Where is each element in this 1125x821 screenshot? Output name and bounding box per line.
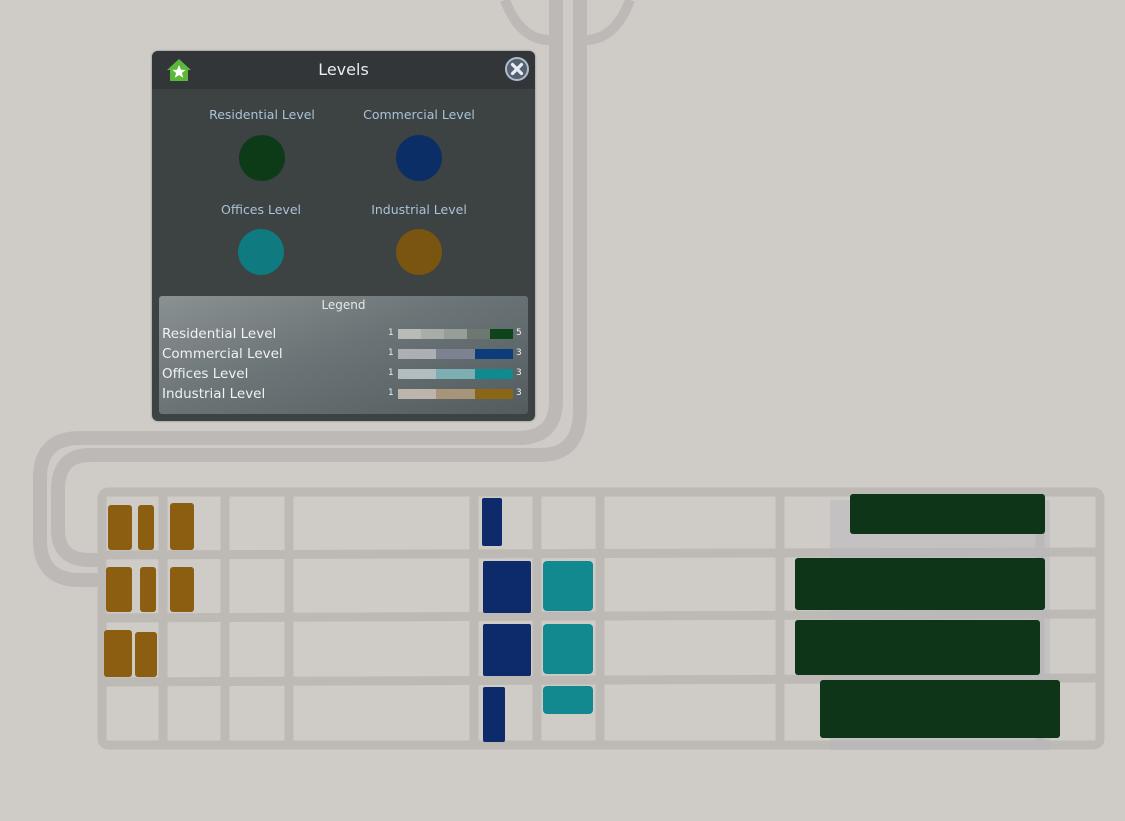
legend-max: 3 xyxy=(516,368,522,378)
legend-max: 3 xyxy=(516,348,522,358)
legend-color-bar xyxy=(398,329,513,339)
office-buildings xyxy=(543,561,593,714)
panel-title: Levels xyxy=(318,60,369,79)
offices-level-label: Offices Level xyxy=(221,202,301,217)
legend-swatch-2 xyxy=(436,349,475,359)
residential-buildings xyxy=(795,494,1060,750)
commercial-level-label: Commercial Level xyxy=(363,107,475,122)
legend: Legend Residential Level 1 5 Commercial … xyxy=(159,296,528,414)
legend-row-commercial: Commercial Level 1 3 xyxy=(162,346,524,362)
legend-swatch-3 xyxy=(444,329,467,339)
industrial-level-label: Industrial Level xyxy=(371,202,467,217)
legend-min: 1 xyxy=(388,328,394,338)
residential-level-label: Residential Level xyxy=(209,107,315,122)
industrial-buildings xyxy=(104,503,194,677)
legend-swatch-2 xyxy=(436,369,475,379)
legend-title: Legend xyxy=(321,298,366,312)
legend-row-industrial: Industrial Level 1 3 xyxy=(162,386,524,402)
close-icon[interactable] xyxy=(504,56,530,82)
residential-level-button[interactable] xyxy=(239,135,285,181)
legend-color-bar xyxy=(398,369,513,379)
legend-row-residential: Residential Level 1 5 xyxy=(162,326,524,342)
panel-header[interactable]: Levels xyxy=(152,51,535,89)
legend-swatch-2 xyxy=(421,329,444,339)
legend-swatch-3 xyxy=(474,369,513,379)
industrial-level-button[interactable] xyxy=(396,229,442,275)
offices-level-button[interactable] xyxy=(238,229,284,275)
legend-color-bar xyxy=(398,349,513,359)
legend-swatch-4 xyxy=(467,329,490,339)
legend-swatch-3 xyxy=(474,389,513,399)
legend-max: 5 xyxy=(516,328,522,338)
legend-label: Commercial Level xyxy=(162,346,283,362)
legend-swatch-5 xyxy=(490,329,513,339)
legend-label: Residential Level xyxy=(162,326,277,342)
legend-min: 1 xyxy=(388,348,394,358)
legend-label: Offices Level xyxy=(162,366,249,382)
commercial-level-button[interactable] xyxy=(396,135,442,181)
legend-color-bar xyxy=(398,389,513,399)
legend-swatch-1 xyxy=(398,349,437,359)
legend-min: 1 xyxy=(388,388,394,398)
legend-swatch-1 xyxy=(398,369,437,379)
legend-swatch-1 xyxy=(398,389,437,399)
legend-label: Industrial Level xyxy=(162,386,266,402)
legend-row-offices: Offices Level 1 3 xyxy=(162,366,524,382)
legend-swatch-2 xyxy=(436,389,475,399)
levels-panel: Levels Residential Level Commercial Leve… xyxy=(152,51,535,421)
legend-min: 1 xyxy=(388,368,394,378)
legend-max: 3 xyxy=(516,388,522,398)
legend-swatch-3 xyxy=(474,349,513,359)
legend-swatch-1 xyxy=(398,329,421,339)
